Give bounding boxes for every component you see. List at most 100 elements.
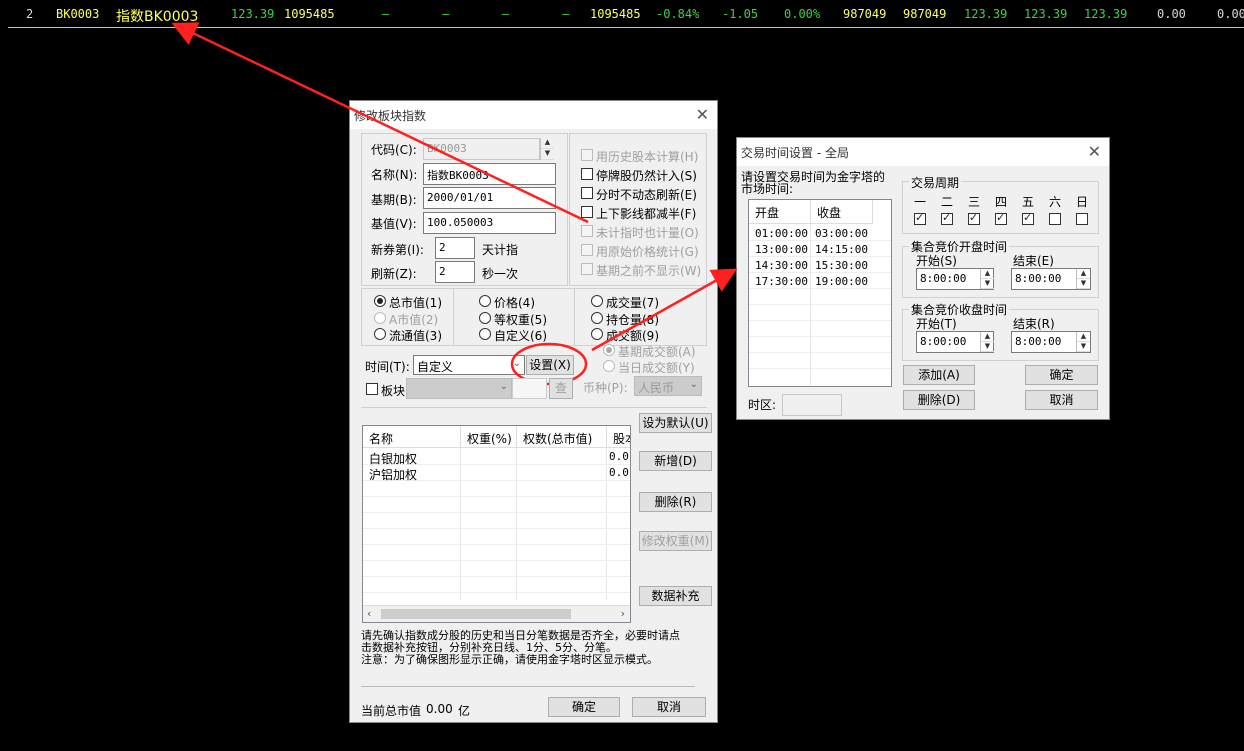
query-button[interactable]: 查 xyxy=(549,378,573,399)
weekday-checkbox[interactable] xyxy=(941,211,953,225)
close-icon[interactable]: ✕ xyxy=(1088,142,1101,161)
timezone-field[interactable] xyxy=(782,394,842,416)
close-start-spinner[interactable]: ▲ ▼ xyxy=(980,332,994,352)
weight-radio[interactable] xyxy=(591,328,603,340)
component-table[interactable]: 名称 权重(%) 权数(总市值) 股本 白银加权 0.0 沪铝加权 0.0 ‹ … xyxy=(362,425,631,623)
weight-radio[interactable] xyxy=(374,312,386,324)
block-select[interactable]: ⌄ xyxy=(406,378,512,399)
option-checkbox[interactable] xyxy=(581,168,593,180)
session-row[interactable]: 14:30:00 15:30:00 xyxy=(749,259,891,274)
session-close: 15:30:00 xyxy=(815,259,868,272)
table-header[interactable]: 权数(总市值) xyxy=(517,426,607,448)
option-checkbox[interactable] xyxy=(581,263,593,275)
weekday-checkbox[interactable] xyxy=(1022,211,1034,225)
set-default-button[interactable]: 设为默认(U) xyxy=(639,413,712,433)
table-header[interactable]: 权重(%) xyxy=(461,426,517,448)
delete-button[interactable]: 删除(R) xyxy=(639,492,712,512)
row-amplitude: 0.00% xyxy=(784,7,821,21)
session-close: 19:00:00 xyxy=(815,275,868,288)
weight-radio[interactable] xyxy=(479,328,491,340)
list-header[interactable]: 收盘 xyxy=(811,200,873,224)
session-row[interactable]: 13:00:00 14:15:00 xyxy=(749,243,891,258)
weight-radio[interactable] xyxy=(374,328,386,340)
code-spinner[interactable]: ▲ ▼ xyxy=(540,138,554,160)
weekday-checkbox[interactable] xyxy=(914,211,926,225)
chevron-down-icon: ⌄ xyxy=(499,381,508,392)
name-label: 名称(N): xyxy=(371,168,418,182)
session-open: 14:30:00 xyxy=(755,259,808,272)
quote-row[interactable]: 2 BK0003 指数BK0003 123.39 1095485 — — — —… xyxy=(0,0,1244,28)
dialog-title: 修改板块指数 xyxy=(354,109,427,123)
option-checkbox[interactable] xyxy=(581,187,593,199)
weekday-checkbox[interactable] xyxy=(1049,213,1061,225)
weight-radio[interactable] xyxy=(603,360,615,372)
base-period-field[interactable]: 2000/01/01 xyxy=(423,187,556,209)
refresh-field[interactable]: 2 xyxy=(435,261,475,283)
weekday-checkbox[interactable] xyxy=(995,211,1007,225)
row-price: 123.39 xyxy=(231,7,275,21)
chevron-down-icon: ⌄ xyxy=(689,379,698,390)
option-checkbox[interactable] xyxy=(581,206,593,218)
table-row[interactable]: 白银加权 0.0 xyxy=(363,449,630,466)
option-checkbox[interactable] xyxy=(581,225,593,237)
close-icon[interactable]: ✕ xyxy=(696,105,709,124)
refresh-label: 刷新(Z): xyxy=(371,267,417,281)
cell-shares: 0.0 xyxy=(609,450,629,463)
code-field[interactable]: BK0003 xyxy=(423,138,540,160)
chevron-right-icon[interactable]: › xyxy=(621,607,625,620)
weekday-label: 三 xyxy=(968,195,981,209)
row-name: 指数BK0003 xyxy=(116,9,199,25)
weight-radio[interactable] xyxy=(374,295,386,307)
add-button[interactable]: 新增(D) xyxy=(639,451,712,471)
trade-week-label: 交易周期 xyxy=(909,174,962,191)
time-cancel-button[interactable]: 取消 xyxy=(1025,390,1098,410)
time-ok-button[interactable]: 确定 xyxy=(1025,365,1098,385)
delete-session-button[interactable]: 删除(D) xyxy=(903,390,975,410)
list-header[interactable]: 开盘 xyxy=(749,200,811,224)
row-volume: 1095485 xyxy=(284,7,335,21)
trading-time-dialog: 交易时间设置 - 全局 ✕ 请设置交易时间为金字塔的市场时间: 开盘 收盘 01… xyxy=(736,137,1110,420)
option-checkbox[interactable] xyxy=(581,149,593,161)
session-list[interactable]: 开盘 收盘 01:00:00 03:00:00 13:00:00 14:15:0… xyxy=(748,199,892,387)
cancel-button[interactable]: 取消 xyxy=(632,697,706,717)
modify-weight-button[interactable]: 修改权重(M) xyxy=(639,531,712,551)
session-row[interactable]: 01:00:00 03:00:00 xyxy=(749,227,891,242)
name-field[interactable]: 指数BK0003 xyxy=(423,163,556,185)
session-open: 17:30:00 xyxy=(755,275,808,288)
separator xyxy=(361,407,707,408)
new-stock-field[interactable]: 2 xyxy=(435,237,475,259)
weight-radio[interactable] xyxy=(591,295,603,307)
base-value-field[interactable]: 100.050003 xyxy=(423,212,556,234)
time-select-value: 自定义 xyxy=(417,360,454,374)
option-checkbox[interactable] xyxy=(581,244,593,256)
block-checkbox[interactable] xyxy=(366,383,378,395)
weight-radio[interactable] xyxy=(603,344,615,356)
weekday-checkbox[interactable] xyxy=(968,211,980,225)
weight-radio[interactable] xyxy=(479,312,491,324)
table-header[interactable]: 股本 xyxy=(607,426,630,448)
open-end-spinner[interactable]: ▲ ▼ xyxy=(1076,269,1090,289)
currency-select[interactable]: 人民币 ⌄ xyxy=(634,376,702,396)
add-session-button[interactable]: 添加(A) xyxy=(903,365,975,385)
ok-button[interactable]: 确定 xyxy=(548,697,620,717)
currency-value: 人民币 xyxy=(638,381,675,395)
table-row[interactable]: 沪铝加权 0.0 xyxy=(363,465,630,482)
weight-radio[interactable] xyxy=(479,295,491,307)
chevron-left-icon[interactable]: ‹ xyxy=(367,607,371,620)
table-header[interactable]: 名称 xyxy=(363,426,461,448)
currency-label: 币种(P): xyxy=(583,381,628,395)
weekday-checkbox[interactable] xyxy=(1076,213,1088,225)
open-start-spinner[interactable]: ▲ ▼ xyxy=(980,269,994,289)
dialog-titlebar: 修改板块指数 ✕ xyxy=(350,101,717,129)
session-row[interactable]: 17:30:00 19:00:00 xyxy=(749,275,891,290)
close-end-spinner[interactable]: ▲ ▼ xyxy=(1076,332,1090,352)
h-scrollbar[interactable]: ‹ › xyxy=(363,605,630,622)
weight-radio[interactable] xyxy=(591,312,603,324)
data-fill-button[interactable]: 数据补充 xyxy=(639,586,712,606)
row-index: 2 xyxy=(26,7,34,21)
total-mv-unit: 亿 xyxy=(458,704,471,718)
block-input[interactable] xyxy=(512,378,547,399)
weight-radio-label: 等权重(5) xyxy=(494,313,547,327)
scrollbar-thumb[interactable] xyxy=(381,609,571,619)
close-start-label: 开始(T) xyxy=(916,317,957,331)
